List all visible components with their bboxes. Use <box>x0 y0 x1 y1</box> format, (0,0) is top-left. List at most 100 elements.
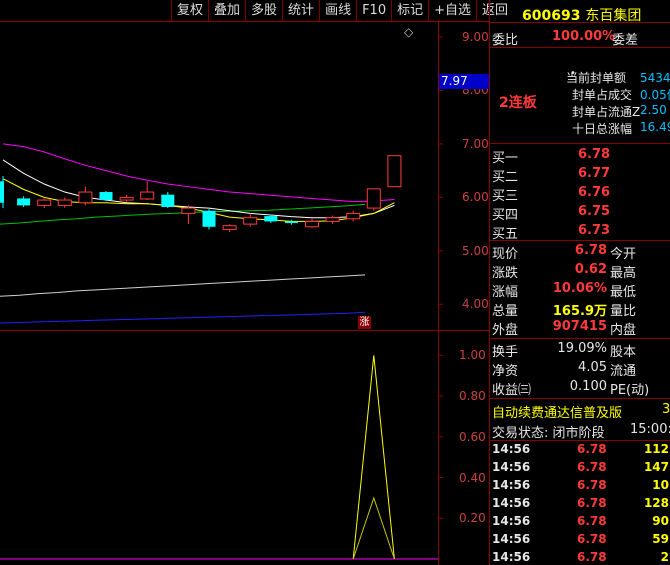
quote-label-2: 量比 <box>610 304 637 319</box>
weibi-value: 100.00% <box>552 29 616 44</box>
tick-volume: 128 <box>643 496 669 510</box>
quote-value: 10.06% <box>552 281 607 296</box>
lianban-label: 2连板 <box>499 95 537 111</box>
stat-label-2: 股本 <box>610 345 637 360</box>
tick-price: 6.78 <box>577 496 607 510</box>
candle <box>161 192 175 209</box>
seal-label: 十日总涨幅 <box>572 122 633 136</box>
ma-magenta-line <box>2 143 395 203</box>
tick-volume: 2 <box>660 550 669 564</box>
tick-time: 14:56 <box>492 550 531 564</box>
indicator-chart[interactable] <box>0 331 489 565</box>
toolbar-button[interactable]: F10 <box>356 0 391 21</box>
bullet-icon: • <box>570 68 576 79</box>
tick-price: 6.78 <box>577 442 607 456</box>
indicator-axis-label: 0.20 <box>459 511 486 526</box>
tick-volume: 10 <box>652 478 669 492</box>
bid-price: 6.76 <box>578 185 611 200</box>
seal-label: 封单占成交 <box>572 88 633 102</box>
toolbar-button[interactable]: 标记 <box>391 0 428 21</box>
bid-label: 买二 <box>492 170 519 185</box>
toolbar-button[interactable]: 叠加 <box>208 0 245 21</box>
ma-long-line <box>0 274 366 297</box>
weicha-label: 委差 <box>612 33 639 48</box>
quote-label: 涨跌 <box>492 266 519 281</box>
seal-label: 封单占流通Z <box>572 105 641 119</box>
seal-value: 2.50 <box>640 103 667 117</box>
quote-label: 现价 <box>492 247 519 262</box>
toolbar-button[interactable]: +自选 <box>428 0 476 21</box>
tick-price: 6.78 <box>577 514 607 528</box>
tick-time: 14:56 <box>492 532 531 546</box>
quote-label: 总量 <box>492 304 519 319</box>
bid-label: 买三 <box>492 189 519 204</box>
price-axis-label: 9.00 <box>462 30 489 45</box>
indicator-line <box>352 355 395 560</box>
limit-up-tag: 涨 <box>358 316 371 329</box>
price-marker: 7.97 <box>439 74 489 89</box>
quote-label-2: 最低 <box>610 285 637 300</box>
tick-time: 14:56 <box>492 460 531 474</box>
tick-volume: 112 <box>643 442 669 456</box>
candle <box>99 190 113 202</box>
stat-value: 19.09% <box>557 341 607 356</box>
axis-divider <box>438 21 439 565</box>
toolbar-button[interactable]: 画线 <box>319 0 356 21</box>
seal-value: 5434万 <box>640 71 670 85</box>
seal-value: 0.05倍 <box>640 88 670 102</box>
tick-price: 6.78 <box>577 460 607 474</box>
trade-status-row: 交易状态: 闭市阶段 15:00: <box>492 422 670 441</box>
toolbar-button[interactable]: 统计 <box>282 0 319 21</box>
tick-volume: 59 <box>652 532 669 546</box>
stat-label: 净资 <box>492 364 519 379</box>
candle <box>243 213 258 227</box>
weibi-row: 委比 100.00% 委差 <box>492 29 670 48</box>
quote-value: 165.9万 <box>552 304 607 319</box>
seal-value: 16.49 <box>640 120 670 134</box>
indicator-line-2 <box>352 496 395 560</box>
toolbar-button[interactable]: 多股 <box>245 0 282 21</box>
stat-value: 4.05 <box>578 360 607 375</box>
promo-row[interactable]: 自动续费通达信普及版 30 <box>492 402 670 421</box>
quote-label-2: 今开 <box>610 247 637 262</box>
stat-label-2: 流通 <box>610 364 637 379</box>
tick-volume: 90 <box>652 514 669 528</box>
stat-label: 收益㈢ <box>492 383 532 398</box>
candle <box>57 197 72 209</box>
candle <box>346 210 361 222</box>
candle <box>222 224 237 233</box>
quote-label: 涨幅 <box>492 285 519 300</box>
candle <box>284 219 298 225</box>
candle <box>305 218 319 228</box>
candle <box>37 198 52 209</box>
tick-price: 6.78 <box>577 550 607 564</box>
quote-label-2: 最高 <box>610 266 637 281</box>
stat-label: 换手 <box>492 345 519 360</box>
divider <box>0 330 489 331</box>
tick-volume: 147 <box>643 460 669 474</box>
price-axis-label: 6.00 <box>462 190 489 205</box>
toolbar-button[interactable]: 复权 <box>171 0 208 21</box>
candle <box>0 176 4 209</box>
tick-time: 14:56 <box>492 442 531 456</box>
bid-price: 6.73 <box>578 223 611 238</box>
quote-value: 6.78 <box>574 243 607 258</box>
indicator-axis-label: 0.60 <box>459 429 486 444</box>
promo-text[interactable]: 自动续费通达信普及版 <box>492 406 622 421</box>
weibi-label: 委比 <box>492 33 519 48</box>
trade-time: 15:00: <box>630 422 670 437</box>
price-axis-label: 4.00 <box>462 297 489 312</box>
candle <box>366 188 381 211</box>
bid-price: 6.75 <box>578 204 611 219</box>
bid-label: 买一 <box>492 151 519 166</box>
quote-value: 907415 <box>552 319 607 334</box>
diamond-icon[interactable]: ◇ <box>404 25 413 39</box>
price-axis-label: 5.00 <box>462 243 489 258</box>
bid-price: 6.78 <box>578 147 611 162</box>
price-chart[interactable] <box>0 21 489 331</box>
tick-price: 6.78 <box>577 532 607 546</box>
divider <box>0 21 489 22</box>
tick-time: 14:56 <box>492 478 531 492</box>
candle <box>140 181 155 201</box>
toolbar: 复权 叠加 多股 统计 画线 F10 标记 +自选 返回 <box>171 0 513 21</box>
